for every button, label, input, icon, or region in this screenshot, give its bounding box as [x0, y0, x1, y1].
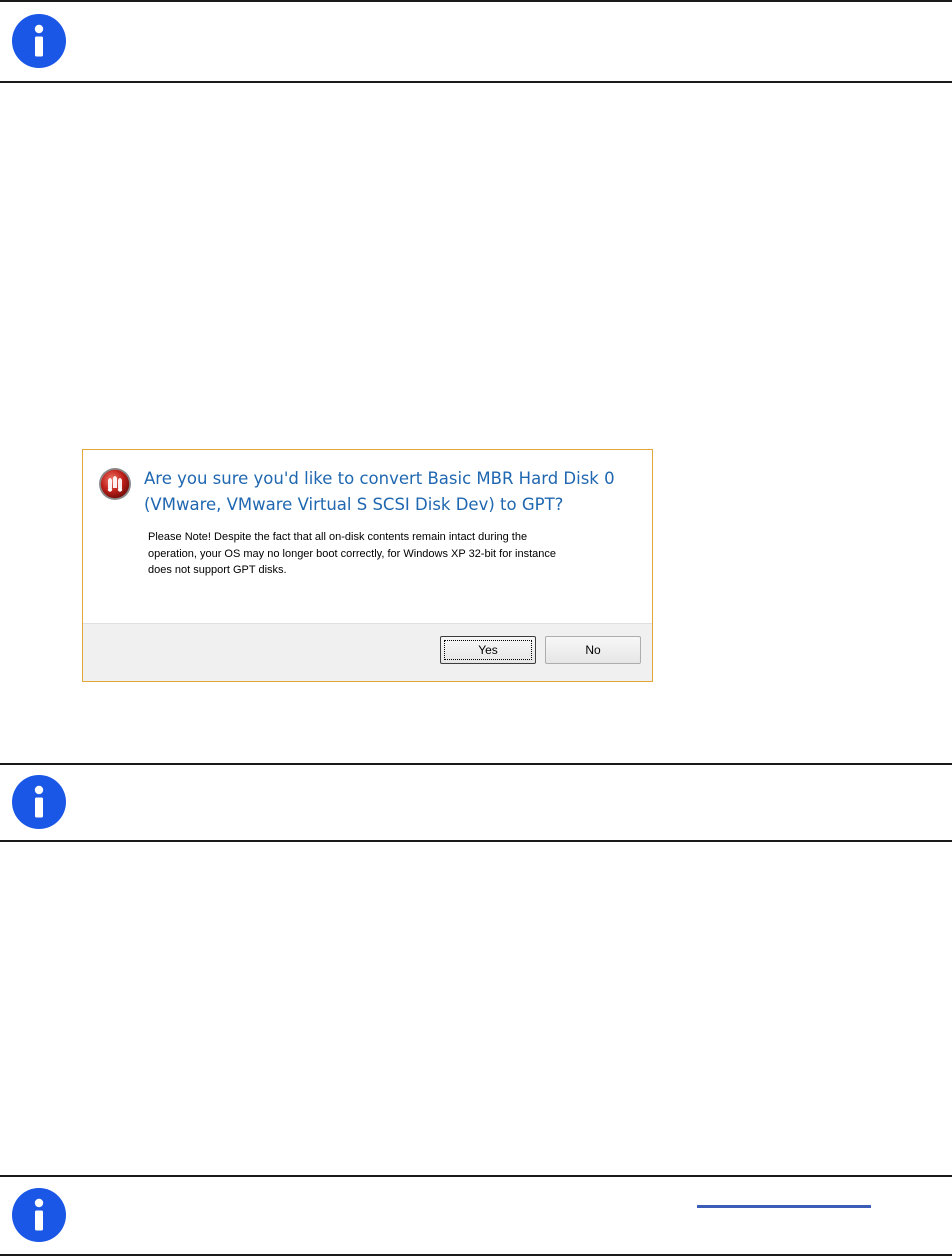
top-rule-1 [0, 0, 952, 2]
bottom-rule-2 [0, 1254, 952, 1256]
info-icon [11, 13, 67, 69]
dialog-title: Are you sure you'd like to convert Basic… [144, 466, 644, 518]
dialog-title-line: Are you sure you'd like to convert Basic… [144, 469, 615, 488]
convert-confirm-dialog: Are you sure you'd like to convert Basic… [82, 449, 653, 682]
top-rule-2 [0, 81, 952, 83]
app-logo-icon [98, 467, 132, 501]
dialog-note-line: does not support GPT disks. [148, 564, 287, 576]
dialog-title-line: (VMware, VMware Virtual S SCSI Disk Dev)… [144, 495, 564, 514]
info-icon [11, 774, 67, 830]
middle-rule-1 [0, 763, 952, 765]
middle-rule-2 [0, 840, 952, 842]
dialog-note: Please Note! Despite the fact that all o… [148, 529, 638, 579]
info-icon [11, 1187, 67, 1243]
no-button[interactable]: No [545, 636, 641, 664]
yes-button[interactable]: Yes [440, 636, 536, 664]
dialog-note-line: Please Note! Despite the fact that all o… [148, 531, 528, 543]
hyperlink-underline[interactable] [697, 1205, 871, 1208]
dialog-button-bar: Yes No [83, 623, 652, 681]
dialog-note-line: operation, your OS may no longer boot co… [148, 547, 557, 560]
bottom-rule-1 [0, 1175, 952, 1177]
